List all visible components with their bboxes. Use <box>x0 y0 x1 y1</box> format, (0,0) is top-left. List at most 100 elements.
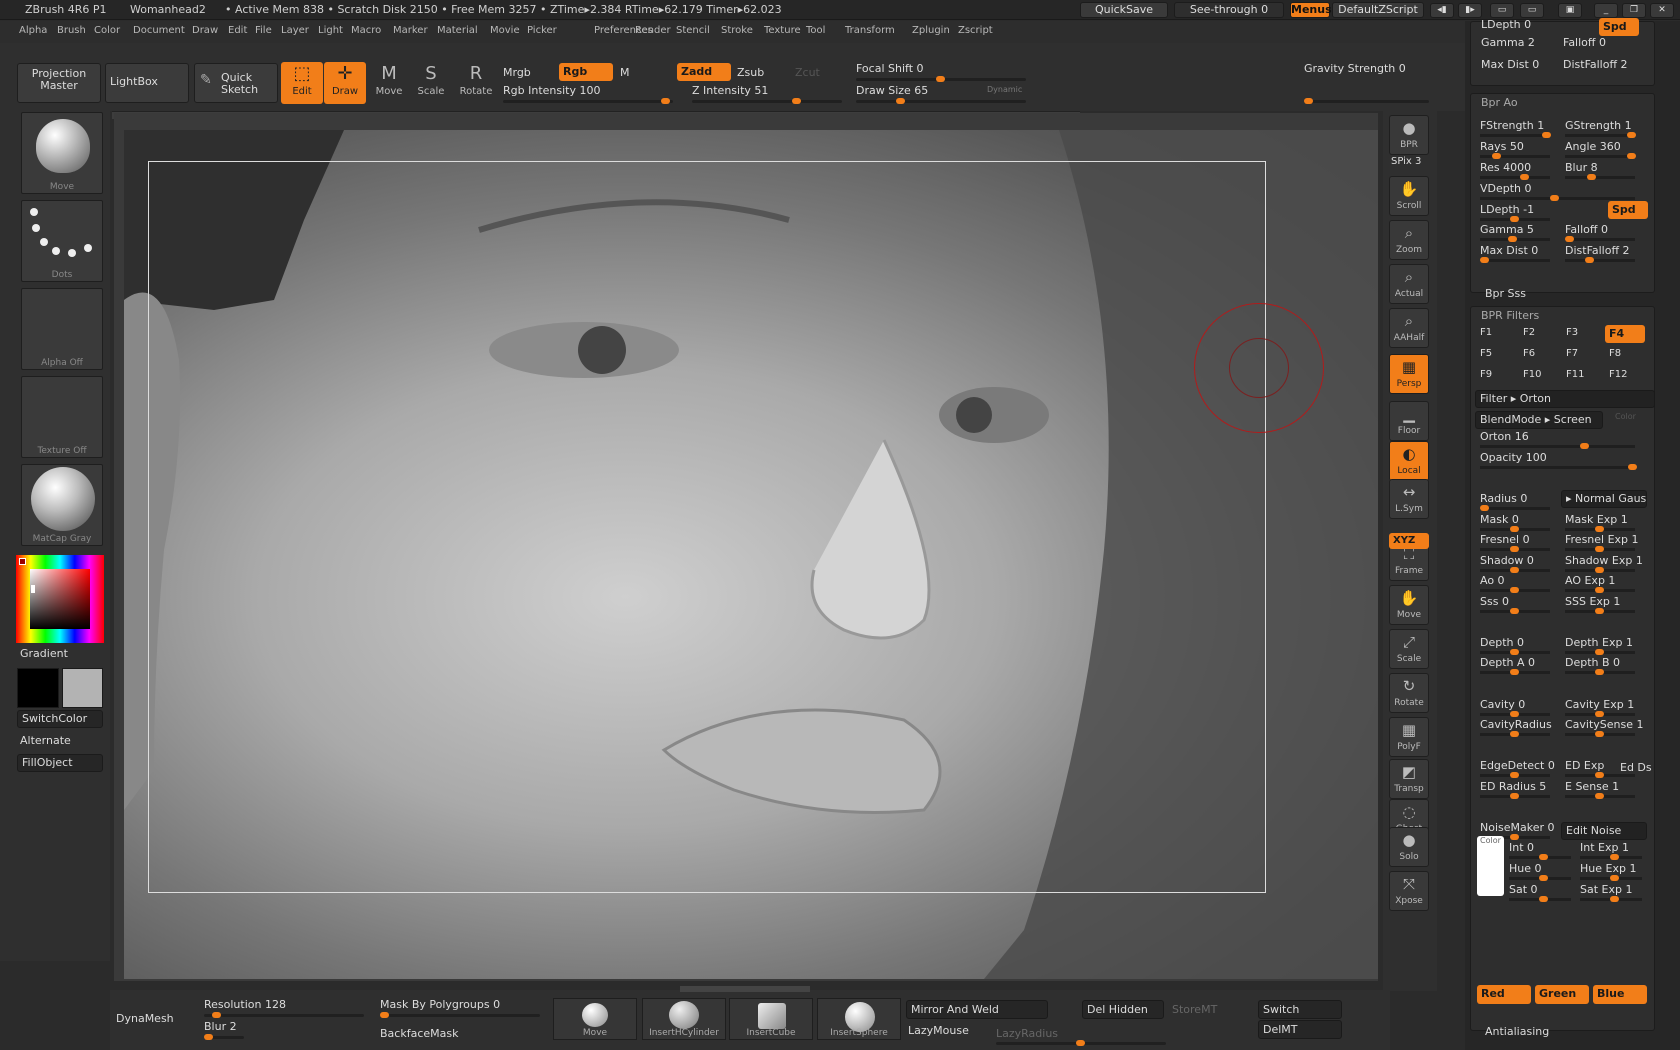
menu-material[interactable]: Material <box>437 25 478 36</box>
actual-button[interactable]: ⌕ Actual <box>1389 264 1429 304</box>
blur-slider[interactable] <box>204 1034 244 1040</box>
layout-prev-icon[interactable]: ◂▮ <box>1430 3 1454 18</box>
filter-cavityexp-slider[interactable] <box>1565 711 1635 717</box>
zsub-button[interactable]: Zsub <box>737 66 764 79</box>
filter-cavity-slider[interactable] <box>1480 711 1550 717</box>
menu-brush[interactable]: Brush <box>57 25 86 36</box>
stroke-thumb[interactable]: Dots <box>21 200 103 282</box>
filter-fresnelexp-slider[interactable] <box>1565 546 1635 552</box>
filter-maskexp-slider[interactable] <box>1565 526 1635 532</box>
filter-f4-button[interactable]: F4 <box>1605 325 1645 343</box>
ao-distfalloff-slider[interactable] <box>1565 257 1635 263</box>
filter-depthb-knob[interactable] <box>1595 669 1604 675</box>
radius-slider[interactable] <box>1480 505 1550 511</box>
draw-size-knob[interactable] <box>896 98 905 104</box>
filter-depthexp-slider[interactable] <box>1565 649 1635 655</box>
projection-master-button[interactable]: Projection Master <box>17 63 101 103</box>
ao-angle-knob[interactable] <box>1627 153 1636 159</box>
filter-cavity-knob[interactable] <box>1510 711 1519 717</box>
menu-layer[interactable]: Layer <box>281 25 309 36</box>
green-channel-button[interactable]: Green <box>1535 985 1589 1004</box>
ao-rays-slider[interactable] <box>1480 153 1550 159</box>
gravity-strength-knob[interactable] <box>1304 98 1313 104</box>
storemt-button[interactable]: StoreMT <box>1172 1003 1217 1016</box>
zcut-button[interactable]: Zcut <box>795 66 820 79</box>
persp-button[interactable]: ▦ Persp <box>1389 354 1429 394</box>
filter-f2-button[interactable]: F2 <box>1523 327 1535 338</box>
ao-vdepth-knob[interactable] <box>1550 195 1559 201</box>
filter-f11-button[interactable]: F11 <box>1566 369 1584 380</box>
ao-rays-knob[interactable] <box>1492 153 1501 159</box>
close-icon[interactable]: ✕ <box>1650 3 1674 18</box>
opacity-slider[interactable] <box>1480 464 1637 470</box>
ao-maxdist-knob[interactable] <box>1480 257 1489 263</box>
filter-esense-slider[interactable] <box>1565 793 1635 799</box>
transp-button[interactable]: ◩ Transp <box>1389 759 1429 799</box>
filter-fresnel-slider[interactable] <box>1480 546 1550 552</box>
ao-res-knob[interactable] <box>1520 174 1529 180</box>
filter-sat-slider[interactable] <box>1509 896 1571 902</box>
insert-move-thumb[interactable]: Move <box>553 998 637 1040</box>
filter-shadow-knob[interactable] <box>1510 567 1519 573</box>
restore-icon[interactable]: ❐ <box>1622 3 1646 18</box>
draw-mode-button[interactable]: ✛ Draw <box>324 62 366 104</box>
layout-2-icon[interactable]: ▭ <box>1520 3 1544 18</box>
rgb-intensity-knob[interactable] <box>661 98 670 104</box>
gradient-label[interactable]: Gradient <box>20 647 68 660</box>
secondary-color-swatch[interactable] <box>19 558 26 565</box>
filter-hueexp-knob[interactable] <box>1610 875 1619 881</box>
menu-stencil[interactable]: Stencil <box>676 25 710 36</box>
filter-sssexp-slider[interactable] <box>1565 608 1635 614</box>
radius-knob[interactable] <box>1480 505 1489 511</box>
filter-f8-button[interactable]: F8 <box>1609 348 1621 359</box>
ao-fstrength-slider[interactable] <box>1480 132 1551 138</box>
lazymouse-button[interactable]: LazyMouse <box>908 1024 969 1037</box>
quick-sketch-button[interactable]: ✎ Quick Sketch <box>194 63 278 103</box>
color-picker[interactable] <box>16 555 104 643</box>
main-color-swatch[interactable] <box>17 668 59 708</box>
blendmode-dropdown[interactable]: BlendMode ▸ Screen <box>1475 411 1603 429</box>
filter-intexp-knob[interactable] <box>1610 854 1619 860</box>
mrgb-button[interactable]: Mrgb <box>503 66 531 79</box>
default-zscript-button[interactable]: DefaultZScript <box>1332 2 1424 18</box>
menu-alpha[interactable]: Alpha <box>19 25 47 36</box>
filter-f9-button[interactable]: F9 <box>1480 369 1492 380</box>
zadd-button[interactable]: Zadd <box>677 63 731 81</box>
filter-f10-button[interactable]: F10 <box>1523 369 1541 380</box>
ao-vdepth-slider[interactable] <box>1480 195 1635 201</box>
focal-shift-slider[interactable] <box>856 76 1026 82</box>
lightbox-button[interactable]: LightBox <box>105 63 189 103</box>
ao-falloff-slider[interactable] <box>1565 236 1635 242</box>
dynamesh-button[interactable]: DynaMesh <box>116 1012 174 1025</box>
opacity-knob[interactable] <box>1628 464 1637 470</box>
menu-render[interactable]: Render <box>635 25 671 36</box>
filter-cavitysense-knob[interactable] <box>1595 731 1604 737</box>
filter-cavityexp-knob[interactable] <box>1595 711 1604 717</box>
ao-fstrength-knob[interactable] <box>1542 132 1551 138</box>
quicksave-button[interactable]: QuickSave <box>1080 2 1168 18</box>
menu-file[interactable]: File <box>255 25 272 36</box>
menu-draw[interactable]: Draw <box>192 25 218 36</box>
insert-sphere-thumb[interactable]: InsertSphere <box>817 998 901 1040</box>
filter-depthexp-knob[interactable] <box>1595 649 1604 655</box>
color-square[interactable] <box>30 569 90 629</box>
filter-ao-slider[interactable] <box>1480 587 1550 593</box>
filter-shadowexp-knob[interactable] <box>1595 567 1604 573</box>
ao-blur-knob[interactable] <box>1587 174 1596 180</box>
local-button[interactable]: ◐ Local <box>1389 441 1429 481</box>
filter-cavitysense-slider[interactable] <box>1565 731 1635 737</box>
filter-esense-knob[interactable] <box>1595 793 1604 799</box>
menu-texture[interactable]: Texture <box>764 25 801 36</box>
filter-edgedetect-knob[interactable] <box>1510 772 1519 778</box>
del-hidden-button[interactable]: Del Hidden <box>1082 1000 1164 1019</box>
bpr-button[interactable]: ● BPR <box>1389 115 1429 155</box>
filter-hue-slider[interactable] <box>1509 875 1571 881</box>
spix-label[interactable]: SPix 3 <box>1391 156 1421 167</box>
ao-blur-slider[interactable] <box>1565 174 1635 180</box>
filter-depthb-slider[interactable] <box>1565 669 1635 675</box>
insert-cube-thumb[interactable]: InsertCube <box>729 998 813 1040</box>
edit-mode-button[interactable]: ⬚ Edit <box>281 62 323 104</box>
filter-aoexp-knob[interactable] <box>1595 587 1604 593</box>
filter-int-slider[interactable] <box>1509 854 1571 860</box>
filter-deptha-knob[interactable] <box>1510 669 1519 675</box>
